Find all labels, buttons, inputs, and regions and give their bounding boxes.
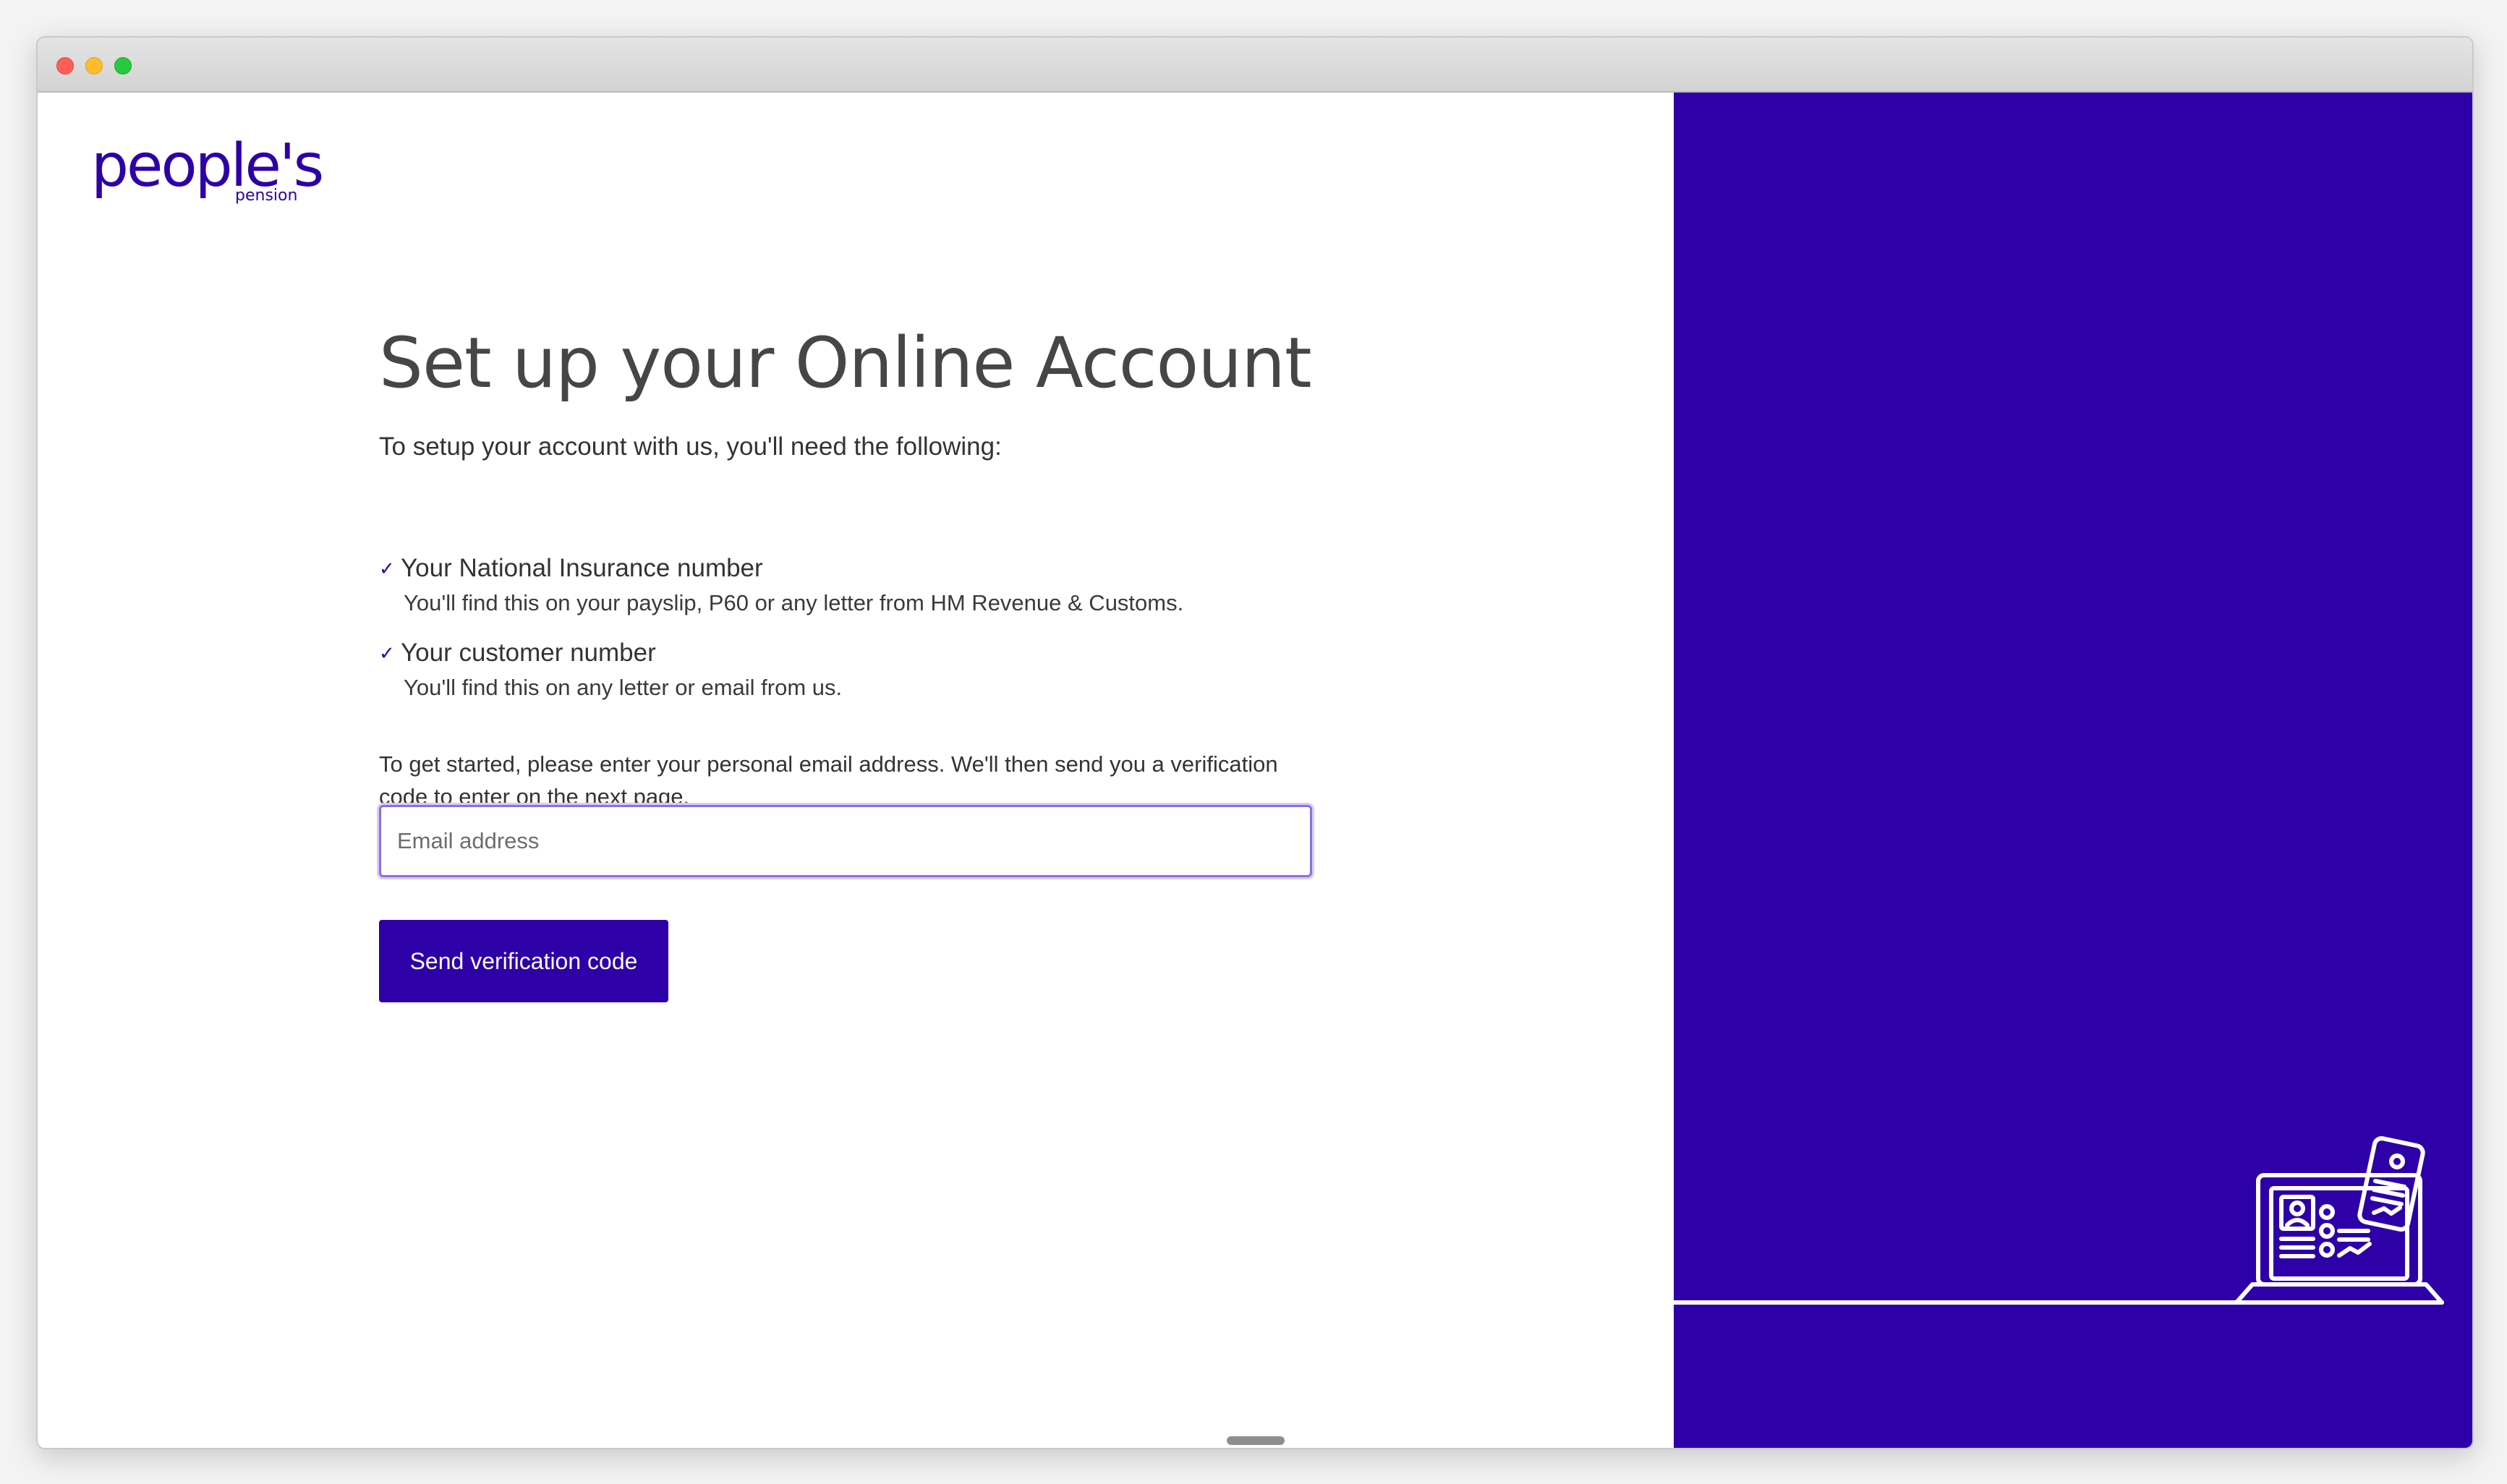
laptop-base — [2234, 1282, 2444, 1305]
form-pane: people's pension Set up your Online Acco… — [38, 93, 1674, 1448]
send-verification-code-button[interactable]: Send verification code — [379, 920, 668, 1002]
requirement-national-insurance: ✓ Your National Insurance number You'll … — [379, 554, 1183, 616]
check-icon: ✓ — [379, 641, 395, 664]
requirement-title-row: ✓ Your National Insurance number — [379, 554, 1183, 583]
logo-subtitle: pension — [235, 187, 298, 205]
requirement-title: Your National Insurance number — [401, 554, 763, 582]
brand-panel — [1674, 93, 2472, 1448]
browser-window: people's pension Set up your Online Acco… — [36, 36, 2474, 1449]
zoom-window-button[interactable] — [114, 57, 132, 74]
requirement-customer-number: ✓ Your customer number You'll find this … — [379, 639, 842, 701]
window-titlebar — [38, 38, 2472, 93]
email-input[interactable] — [379, 805, 1312, 877]
requirement-description: You'll find this on your payslip, P60 or… — [404, 590, 1184, 615]
intro-text: To setup your account with us, you'll ne… — [379, 432, 1002, 461]
requirement-title-row: ✓ Your customer number — [379, 639, 842, 668]
check-icon: ✓ — [379, 557, 395, 579]
scroll-handle[interactable] — [1227, 1436, 1285, 1445]
page-content: people's pension Set up your Online Acco… — [38, 93, 2472, 1448]
page-title: Set up your Online Account — [379, 323, 1312, 404]
minimize-window-button[interactable] — [85, 57, 103, 74]
requirement-title: Your customer number — [401, 639, 656, 667]
peoples-pension-logo[interactable]: people's pension — [91, 130, 324, 210]
laptop-phone-illustration — [1674, 1136, 2444, 1305]
close-window-button[interactable] — [56, 57, 74, 74]
requirement-description: You'll find this on any letter or email … — [404, 675, 843, 700]
instruction-text: To get started, please enter your person… — [379, 751, 1278, 809]
